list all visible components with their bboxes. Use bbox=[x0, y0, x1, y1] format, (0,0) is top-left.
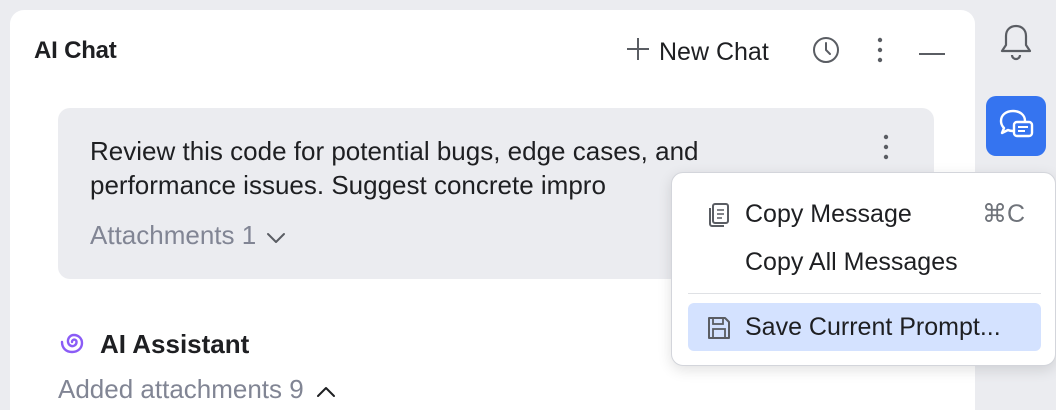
copy-icon bbox=[706, 202, 732, 228]
ai-chat-tool-button[interactable] bbox=[986, 96, 1046, 156]
save-icon bbox=[706, 315, 732, 341]
spiral-icon bbox=[58, 328, 86, 361]
new-chat-button[interactable]: New Chat bbox=[625, 32, 769, 72]
chevron-up-icon bbox=[316, 374, 336, 405]
history-button[interactable] bbox=[810, 36, 842, 68]
menu-item-shortcut: ⌘C bbox=[981, 200, 1025, 228]
menu-item-label: Save Current Prompt... bbox=[745, 312, 1001, 341]
message-more-button[interactable] bbox=[874, 132, 898, 166]
new-chat-label: New Chat bbox=[659, 37, 769, 66]
header-toolbar: New Chat bbox=[10, 32, 975, 72]
attachments-label: Attachments 1 bbox=[90, 220, 257, 250]
chat-bubble-icon bbox=[997, 107, 1035, 146]
clock-icon bbox=[812, 36, 840, 69]
notifications-button[interactable] bbox=[996, 22, 1036, 66]
menu-item-copy-all-messages[interactable]: Copy All Messages bbox=[688, 238, 1041, 286]
added-attachments-label: Added attachments 9 bbox=[58, 374, 304, 404]
minimize-button[interactable] bbox=[916, 36, 948, 68]
vertical-ellipsis-icon bbox=[877, 37, 883, 68]
assistant-header: AI Assistant bbox=[58, 328, 249, 361]
message-context-menu: Copy Message ⌘C Copy All Messages Save C… bbox=[671, 172, 1056, 366]
menu-item-label: Copy All Messages bbox=[745, 247, 958, 276]
menu-item-label: Copy Message bbox=[745, 199, 912, 228]
menu-item-copy-message[interactable]: Copy Message ⌘C bbox=[688, 190, 1041, 238]
vertical-ellipsis-icon bbox=[883, 134, 889, 165]
attachments-toggle[interactable]: Attachments 1 bbox=[90, 220, 286, 251]
menu-separator bbox=[688, 293, 1041, 294]
bell-icon bbox=[999, 23, 1033, 66]
chevron-down-icon bbox=[266, 220, 286, 251]
menu-item-save-current-prompt[interactable]: Save Current Prompt... bbox=[688, 303, 1041, 351]
minus-icon bbox=[919, 43, 945, 61]
more-options-button[interactable] bbox=[864, 36, 896, 68]
added-attachments-toggle[interactable]: Added attachments 9 bbox=[58, 374, 336, 405]
assistant-name: AI Assistant bbox=[100, 329, 250, 359]
plus-icon bbox=[625, 36, 651, 69]
